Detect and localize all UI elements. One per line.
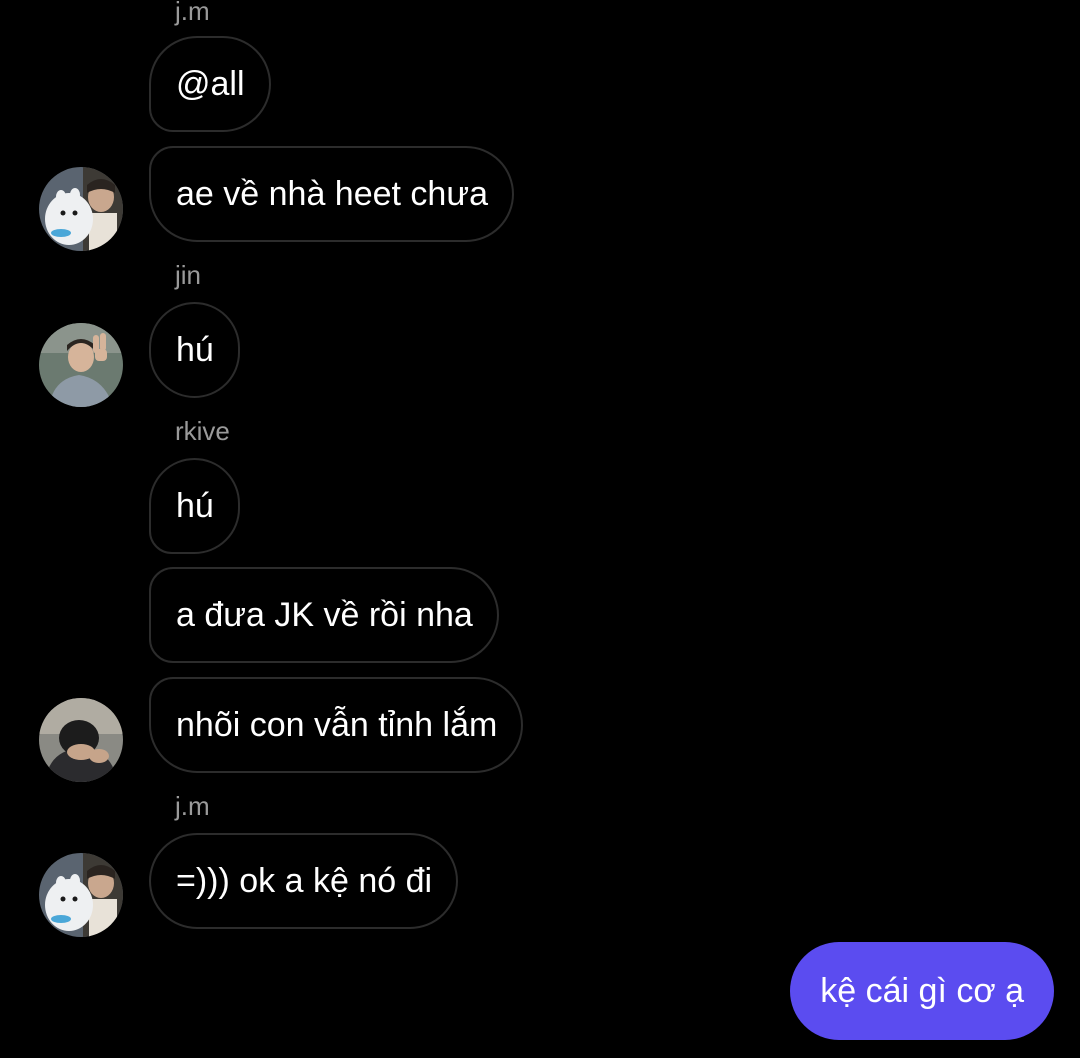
user-avatar-image xyxy=(39,698,123,782)
sender-name: rkive xyxy=(175,416,230,446)
sender-name: jin xyxy=(175,260,202,290)
message-text: a đưa JK về rồi nha xyxy=(176,595,473,634)
user-avatar-image xyxy=(39,323,123,407)
avatar[interactable] xyxy=(39,167,123,251)
outgoing-message-bubble[interactable]: kệ cái gì cơ ạ xyxy=(790,942,1054,1040)
message-bubble[interactable]: nhõi con vẫn tỉnh lắm xyxy=(149,677,524,773)
message-bubble[interactable]: =))) ok a kệ nó đi xyxy=(149,833,459,929)
message-bubble[interactable]: ae về nhà heet chưa xyxy=(149,146,514,242)
sender-name: j.m xyxy=(175,791,210,821)
message-text: ae về nhà heet chưa xyxy=(176,174,488,213)
avatar[interactable] xyxy=(39,323,123,407)
sender-name: j.m xyxy=(175,0,210,26)
message-text: =))) ok a kệ nó đi xyxy=(176,861,433,900)
avatar[interactable] xyxy=(39,853,123,937)
message-text: hú xyxy=(176,486,214,525)
message-text: hú xyxy=(176,330,214,369)
message-text: nhõi con vẫn tỉnh lắm xyxy=(176,705,498,744)
message-bubble[interactable]: hú xyxy=(149,302,240,398)
user-avatar-image xyxy=(39,853,123,937)
user-avatar-image xyxy=(39,167,123,251)
message-text: kệ cái gì cơ ạ xyxy=(820,971,1024,1010)
message-bubble[interactable]: a đưa JK về rồi nha xyxy=(149,567,499,663)
avatar[interactable] xyxy=(39,698,123,782)
message-bubble[interactable]: @all xyxy=(149,36,271,132)
message-bubble[interactable]: hú xyxy=(149,458,240,554)
message-text: @all xyxy=(176,64,245,103)
